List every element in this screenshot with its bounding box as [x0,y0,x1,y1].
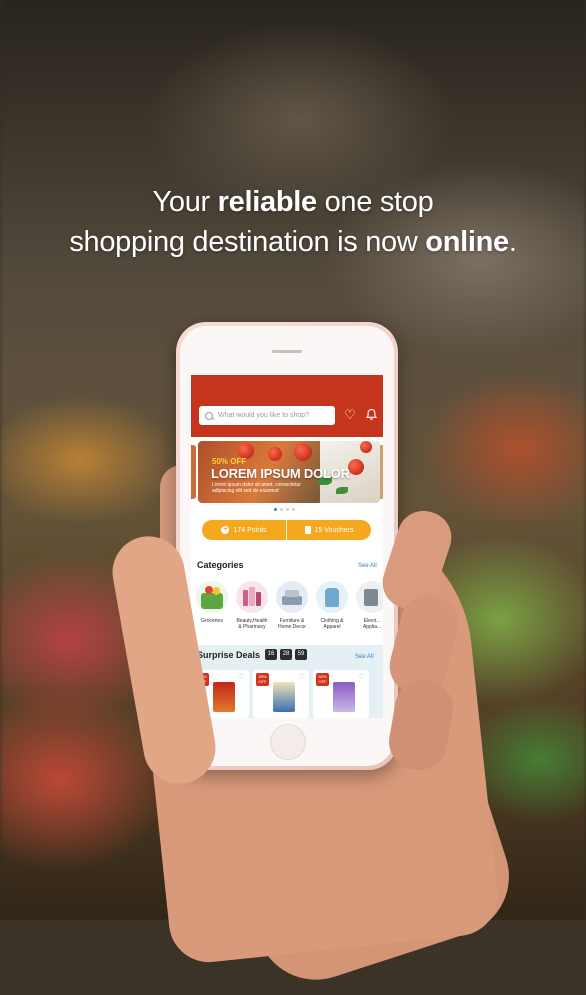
category-label: Electr... Applia... [362,618,382,630]
promo-subtitle: Lorem ipsum dolor sit amet, consectetur … [212,482,301,494]
category-label: Furniture & Home Decor [277,618,307,630]
points-label: 174 Points [233,526,267,534]
search-input[interactable]: What would you like to shop? [199,406,335,425]
categories-see-all-link[interactable]: See All [358,563,377,569]
surprise-deals-title: Surprise Deals [197,650,261,660]
discount-badge: 50% OFF [256,673,269,686]
promo-discount: 50% OFF [212,457,247,466]
product-card[interactable]: 50% OFF ♡ [253,670,309,718]
points-button[interactable]: + 174 Points [202,520,286,540]
product-image [213,682,235,712]
carousel-dot-active[interactable] [274,508,277,511]
category-label: Clothing & Apparel [320,618,344,630]
surprise-deals-section: Surprise Deals 16 28 59 See All 50% OFF … [191,645,383,718]
category-label: Groceries [201,618,223,624]
furniture-icon [276,581,308,613]
phone-speaker [272,350,302,353]
carousel-dot[interactable] [286,508,289,511]
smartphone: What would you like to shop? ♡ 50% OFF L… [176,322,398,770]
voucher-icon [304,526,311,534]
timer-seconds: 59 [295,649,307,660]
heart-icon[interactable]: ♡ [239,673,245,681]
app-screen: What would you like to shop? ♡ 50% OFF L… [191,375,383,718]
promo-title: LOREM IPSUM DOLOR [211,466,350,481]
bell-icon[interactable] [364,408,378,422]
heart-icon[interactable]: ♡ [359,673,365,681]
product-card[interactable]: 50% OFF ♡ [313,670,369,718]
carousel-dot[interactable] [292,508,295,511]
vouchers-button[interactable]: 15 Vouchers [286,520,371,540]
category-label: Beauty,Health & Pharmacy [236,618,268,630]
categories-title: Categories [197,560,244,570]
heart-icon[interactable]: ♡ [343,408,357,422]
discount-badge: 50% OFF [316,673,329,686]
countdown-timer: 16 28 59 [265,649,307,660]
category-clothing[interactable]: Clothing & Apparel [315,581,349,630]
category-electronics[interactable]: Electr... Applia... [355,581,383,630]
carousel-prev-peek [191,445,196,499]
heart-icon[interactable]: ♡ [299,673,305,681]
carousel-dots [274,508,295,511]
home-button[interactable] [270,724,306,760]
beauty-products-icon [236,581,268,613]
appliances-icon [356,581,383,613]
clothing-icon [316,581,348,613]
carousel-dot[interactable] [280,508,283,511]
product-image [333,682,355,712]
promo-carousel[interactable]: 50% OFF LOREM IPSUM DOLOR Lorem ipsum do… [191,441,383,503]
category-furniture[interactable]: Furniture & Home Decor [275,581,309,630]
category-beauty-health[interactable]: Beauty,Health & Pharmacy [235,581,269,630]
app-header: What would you like to shop? ♡ [191,375,383,437]
deals-see-all-link[interactable]: See All [355,654,374,660]
carousel-next-peek [380,445,383,499]
groceries-icon [196,581,228,613]
deals-product-list: 50% OFF ♡ 50% OFF ♡ 50% OFF ♡ [193,670,369,718]
plus-circle-icon: + [221,526,230,534]
search-icon [205,411,213,420]
timer-hours: 16 [265,649,277,660]
promo-banner[interactable]: 50% OFF LOREM IPSUM DOLOR Lorem ipsum do… [198,441,380,503]
headline: Your reliable one stop shopping destinat… [0,182,586,262]
vouchers-label: 15 Vouchers [314,526,354,534]
product-image [273,682,295,712]
headline-line-1: Your reliable one stop [152,186,434,218]
timer-minutes: 28 [280,649,292,660]
category-groceries[interactable]: Groceries [195,581,229,630]
rewards-bar: + 174 Points 15 Vouchers [202,520,371,540]
categories-list: Groceries Beauty,Health & Pharmacy Furni… [195,581,383,630]
search-placeholder: What would you like to shop? [218,412,310,419]
headline-line-2: shopping destination is now online. [69,226,517,258]
